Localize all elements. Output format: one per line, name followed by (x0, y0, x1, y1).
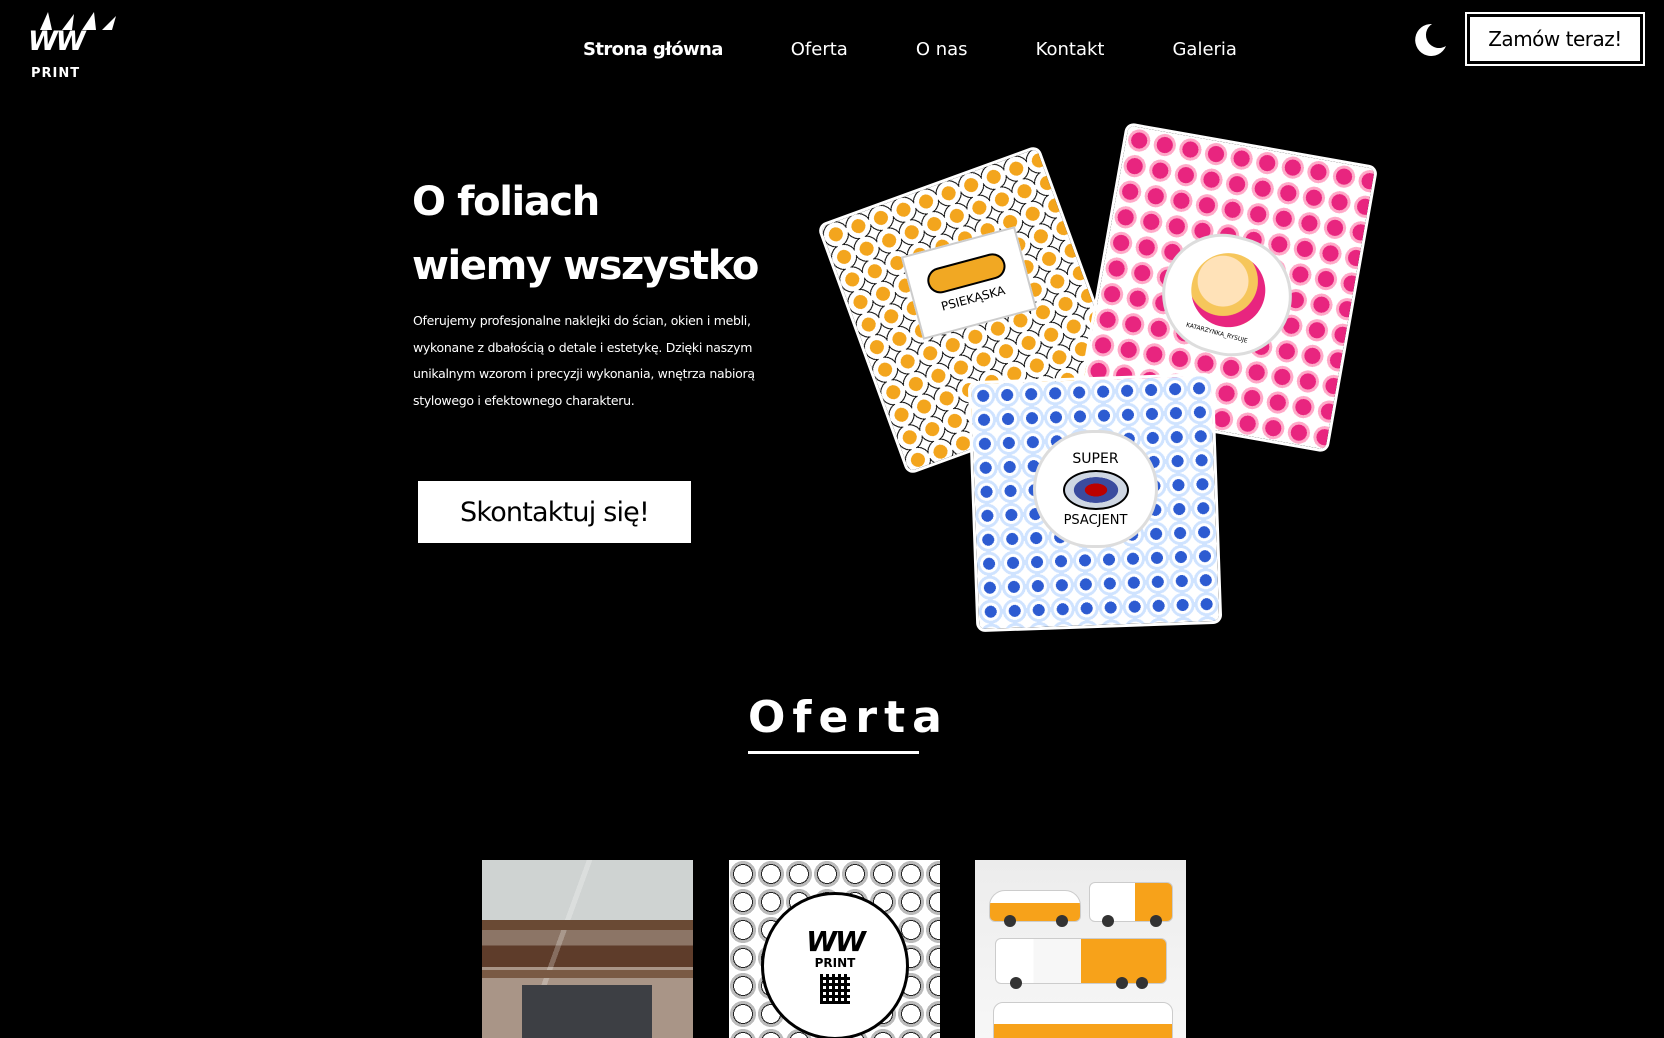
sticker-super-psacjent: SUPER PSACJENT (1033, 430, 1158, 548)
sticker-logo-ww: WW (806, 925, 866, 958)
offer-section-title: Oferta (748, 692, 949, 743)
sticker-super-label: SUPER (1072, 450, 1119, 467)
building-frame (482, 920, 693, 930)
ww-print-round-sticker: WW PRINT (761, 892, 909, 1038)
flying-dog-icon (1062, 469, 1129, 510)
offer-card-stickers[interactable]: WW PRINT (729, 860, 940, 1038)
nav-item-contact[interactable]: Kontakt (1036, 38, 1105, 62)
hero-title-line1: O foliach (412, 179, 600, 225)
qr-code-icon (820, 974, 850, 1004)
main-nav: Strona główna Oferta O nas Kontakt Galer… (583, 36, 1237, 64)
contact-button[interactable]: Skontaktuj się! (418, 481, 691, 543)
van-icon (1089, 882, 1173, 927)
hero-description: Oferujemy profesjonalne naklejki do ścia… (413, 313, 755, 408)
taxi-car-icon (989, 890, 1081, 927)
character-face-icon (1183, 244, 1274, 336)
offer-card-glass-foil[interactable] (482, 860, 693, 1038)
order-now-button[interactable]: Zamów teraz! (1465, 12, 1645, 66)
building-window (522, 985, 652, 1038)
offer-title-underline (748, 751, 919, 754)
hero-title-line2: wiemy wszystko (412, 243, 759, 289)
nav-item-home[interactable]: Strona główna (583, 38, 723, 62)
moon-icon[interactable] (1408, 20, 1448, 60)
nav-item-offer[interactable]: Oferta (791, 38, 848, 62)
sticker-logo-print: PRINT (814, 956, 856, 970)
logo-print: PRINT (31, 66, 81, 81)
sticker-psacjent-label: PSACJENT (1063, 512, 1128, 528)
truck-icon (995, 938, 1167, 989)
offer-card-vehicle-wraps[interactable] (975, 860, 1186, 1038)
bus-icon (993, 1002, 1173, 1038)
hero-title: O foliach wiemy wszystko (412, 170, 832, 298)
site-header: WW PRINT Strona główna Oferta O nas Kont… (0, 0, 1664, 100)
order-now-label: Zamów teraz! (1470, 17, 1640, 61)
nav-item-gallery[interactable]: Galeria (1172, 38, 1237, 62)
logo-ww: WW (28, 26, 86, 57)
sticker-collage-image: PSIEKĄSKA KATARZYNKA_RYSUJE SUPER PSACJE… (820, 125, 1375, 630)
nav-item-about[interactable]: O nas (916, 38, 968, 62)
building-frame-lower (482, 970, 693, 978)
ww-print-logo[interactable]: WW PRINT (26, 10, 116, 84)
